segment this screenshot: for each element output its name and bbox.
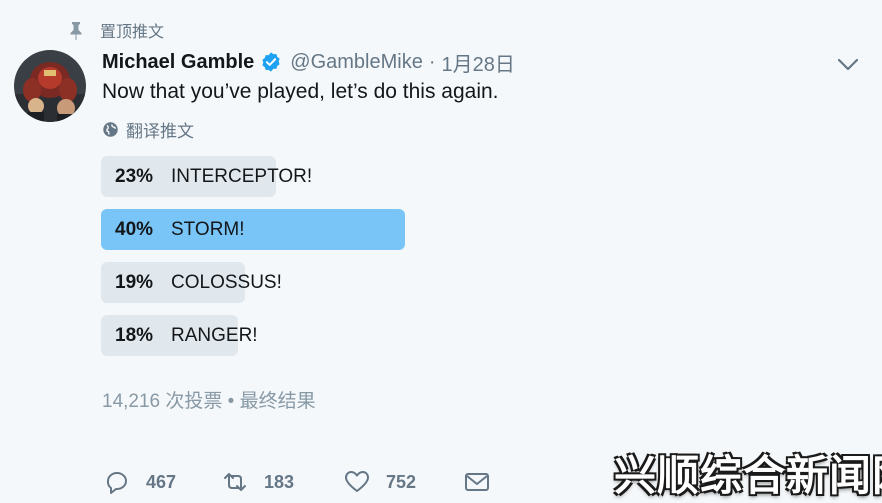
chevron-down-icon[interactable] — [836, 54, 860, 74]
retweet-count: 183 — [264, 471, 295, 492]
message-button[interactable] — [464, 468, 490, 496]
reply-icon — [106, 472, 127, 494]
like-count: 752 — [386, 471, 417, 492]
like-button[interactable]: 752 — [344, 468, 416, 496]
poll-label: INTERCEPTOR! — [171, 166, 313, 187]
globe-icon — [103, 121, 118, 137]
avatar-image — [14, 50, 86, 122]
tweet-text: Now that you’ve played, let’s do this ag… — [102, 80, 499, 103]
tweet: 置顶推文 Michael Gamble @GambleMike · 1月28日 … — [0, 0, 882, 499]
poll-option-colossus: 19% COLOSSUS! — [101, 262, 282, 303]
poll-option-storm: 40% STORM! — [101, 209, 405, 250]
user-fullname[interactable]: Michael Gamble — [102, 51, 254, 74]
poll-summary: 14,216 次投票 • 最终结果 — [102, 391, 316, 412]
pinned-label: 置顶推文 — [100, 24, 165, 41]
pinned-indicator: 置顶推文 — [66, 18, 164, 42]
poll-percent: 40% — [115, 219, 154, 240]
poll-label: RANGER! — [171, 325, 258, 346]
poll-percent: 18% — [115, 325, 154, 346]
poll-option-ranger: 18% RANGER! — [101, 315, 258, 356]
retweet-button[interactable]: 183 — [222, 468, 294, 496]
separator-dot: · — [428, 50, 436, 73]
translate-label: 翻译推文 — [126, 121, 194, 141]
reply-button[interactable]: 467 — [104, 468, 176, 496]
avatar[interactable] — [14, 50, 86, 122]
watermark: 兴顺综合新闻网 — [614, 452, 882, 499]
tweet-header: Michael Gamble @GambleMike · 1月28日 — [102, 48, 515, 76]
pin-icon — [70, 22, 82, 40]
user-handle[interactable]: @GambleMike — [290, 51, 423, 74]
tweet-date[interactable]: 1月28日 — [442, 48, 515, 77]
poll-percent: 23% — [115, 166, 154, 187]
poll-label: COLOSSUS! — [171, 272, 282, 293]
reply-count: 467 — [146, 471, 177, 492]
message-icon — [465, 473, 489, 491]
like-icon — [345, 471, 369, 492]
retweet-icon — [224, 473, 246, 491]
poll-label: STORM! — [171, 219, 245, 240]
poll-percent: 19% — [115, 272, 154, 293]
translate-tweet-link[interactable]: 翻译推文 — [102, 118, 194, 141]
poll-option-interceptor: 23% INTERCEPTOR! — [101, 156, 312, 197]
verified-badge-icon — [262, 52, 280, 72]
